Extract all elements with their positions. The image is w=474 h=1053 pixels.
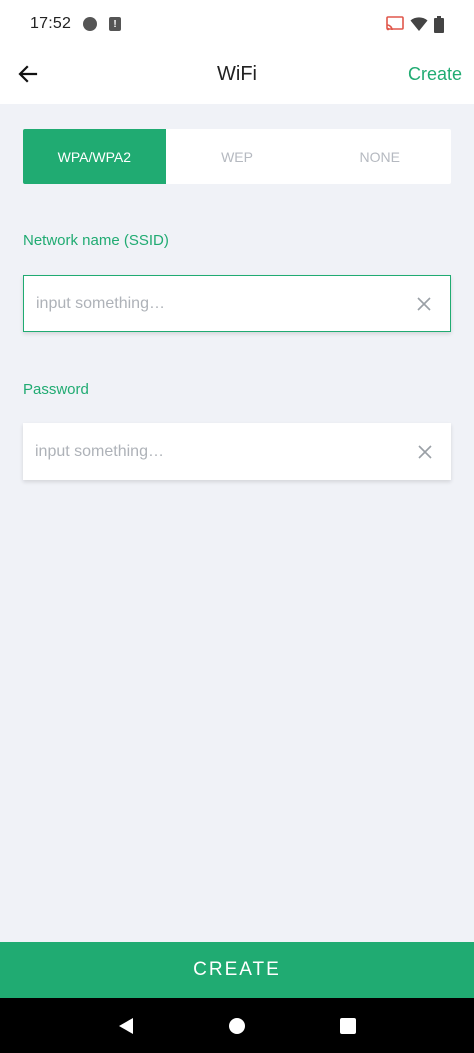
notification-dot-icon bbox=[83, 17, 98, 31]
security-type-tabs: WPA/WPA2 WEP NONE bbox=[23, 129, 451, 184]
close-icon bbox=[417, 296, 431, 311]
ssid-input[interactable] bbox=[36, 294, 410, 313]
tab-wep[interactable]: WEP bbox=[166, 129, 309, 184]
circle-home-icon bbox=[228, 1017, 245, 1034]
nav-home-button[interactable] bbox=[222, 1011, 252, 1041]
status-time: 17:52 bbox=[30, 15, 72, 32]
password-field-container bbox=[23, 423, 451, 480]
tab-wpa-wpa2[interactable]: WPA/WPA2 bbox=[23, 129, 166, 184]
system-nav-bar bbox=[0, 998, 474, 1053]
nav-back-button[interactable] bbox=[111, 1011, 141, 1041]
status-bar: 17:52 ! bbox=[0, 0, 474, 48]
nav-recents-button[interactable] bbox=[333, 1011, 363, 1041]
password-clear-button[interactable] bbox=[411, 438, 439, 466]
create-button[interactable]: CREATE bbox=[0, 942, 474, 998]
app-bar: WiFi Create bbox=[0, 48, 474, 104]
password-input[interactable] bbox=[35, 442, 411, 461]
triangle-back-icon bbox=[118, 1017, 133, 1034]
cast-icon bbox=[386, 16, 404, 31]
ssid-clear-button[interactable] bbox=[410, 290, 438, 318]
arrow-left-icon bbox=[18, 65, 38, 83]
close-icon bbox=[418, 444, 432, 459]
battery-icon bbox=[434, 15, 444, 33]
back-button[interactable] bbox=[12, 58, 44, 90]
alert-icon: ! bbox=[109, 17, 122, 31]
password-label: Password bbox=[23, 381, 89, 398]
wifi-icon bbox=[410, 17, 428, 31]
tab-none[interactable]: NONE bbox=[308, 129, 451, 184]
square-recents-icon bbox=[340, 1017, 357, 1034]
status-icons bbox=[386, 15, 444, 33]
ssid-field-container bbox=[23, 275, 451, 332]
ssid-label: Network name (SSID) bbox=[23, 232, 169, 249]
create-action-button[interactable]: Create bbox=[408, 48, 462, 104]
page-title: WiFi bbox=[217, 63, 257, 85]
